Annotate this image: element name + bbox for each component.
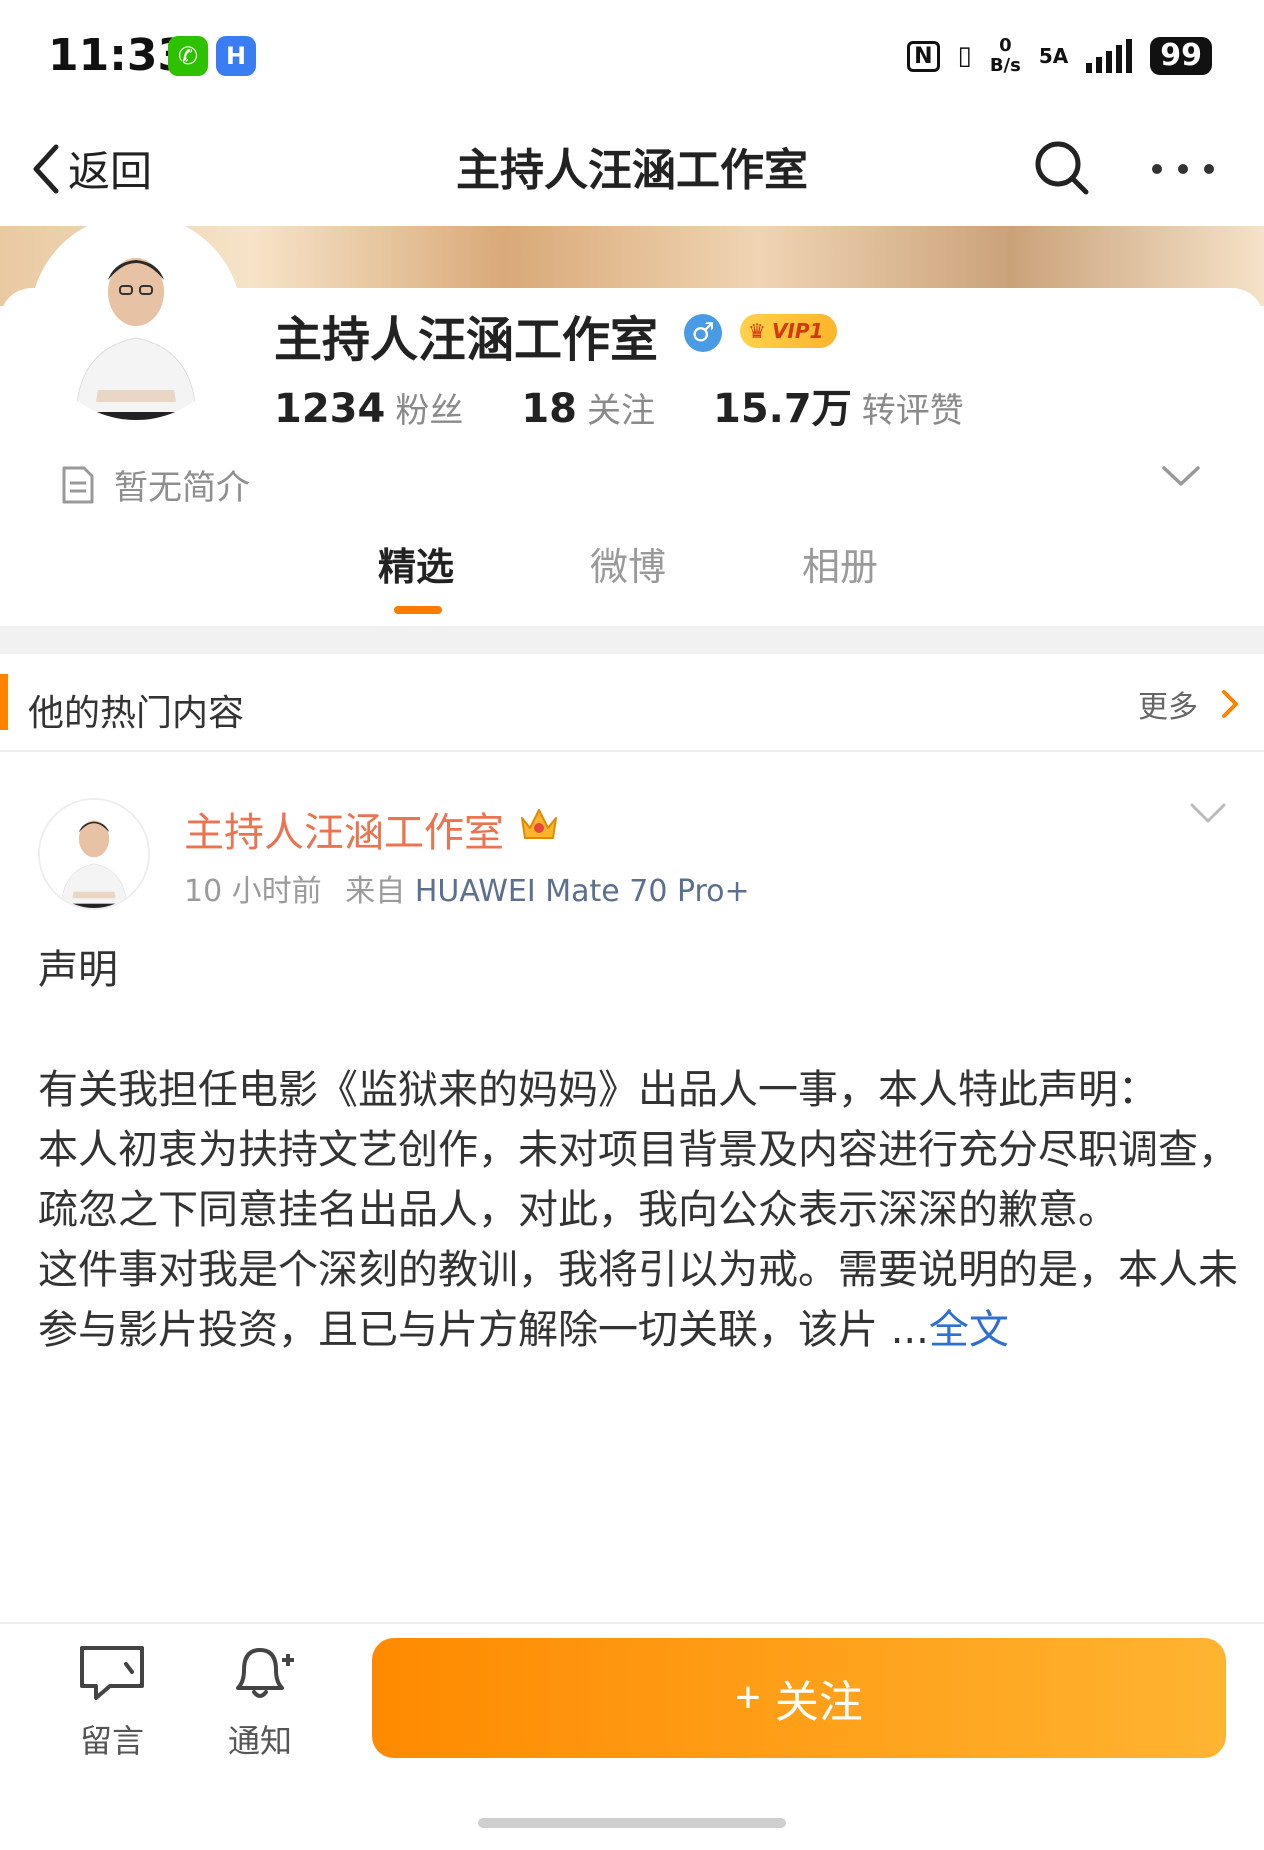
post-author-avatar[interactable]: [38, 798, 150, 910]
notify-label: 通知: [227, 1722, 292, 1760]
tab-featured[interactable]: 精选: [378, 536, 454, 591]
bell-plus-icon: [236, 1648, 294, 1698]
vip-badge[interactable]: ♛ VIP1: [740, 314, 838, 348]
status-icons: N ▯ 0 B/s 5A 99: [907, 36, 1212, 76]
vibrate-icon: ▯: [957, 41, 972, 71]
avatar-photo: [40, 800, 148, 908]
signal-icon: [1086, 39, 1133, 73]
profile-stats: 1234 粉丝 18 关注 15.7万 转评赞: [274, 376, 964, 434]
full-text-link[interactable]: 全文: [929, 1307, 1009, 1353]
post-author-name[interactable]: 主持人汪涵工作室: [184, 800, 504, 858]
divider: [0, 626, 1264, 654]
post-paragraph: 这件事对我是个深刻的教训，我将引以为戒。需要说明的是，本人未参与影片投资，且已与…: [38, 1247, 1238, 1353]
post-paragraph: 本人初衷为扶持文艺创作，未对项目背景及内容进行充分尽职调查，疏忽之下同意挂名出品…: [38, 1127, 1238, 1233]
post-body[interactable]: 声明 有关我担任电影《监狱来的妈妈》出品人一事，本人特此声明： 本人初衷为扶持文…: [38, 940, 1238, 1360]
net-speed: 0 B/s: [989, 35, 1021, 76]
avatar[interactable]: [36, 220, 236, 420]
section-more-link[interactable]: 更多: [1138, 682, 1198, 726]
profile-tabs: 精选 微博 相册: [0, 536, 1264, 616]
nfc-icon: N: [907, 40, 940, 72]
stat-following[interactable]: 18 关注: [521, 383, 655, 432]
search-button[interactable]: [1032, 138, 1092, 202]
post-meta: 10 小时前 来自 HUAWEI Mate 70 Pro+: [184, 866, 750, 910]
crown-icon: ♛: [748, 319, 766, 343]
vip-crown-icon: [518, 804, 560, 848]
profile-name: 主持人汪涵工作室: [274, 312, 659, 368]
post-device[interactable]: HUAWEI Mate 70 Pro+: [415, 874, 750, 909]
post-time: 10 小时前: [184, 874, 322, 909]
stat-followers[interactable]: 1234 粉丝: [274, 383, 463, 432]
message-icon: [80, 1646, 144, 1700]
chevron-down-icon: [1190, 803, 1226, 823]
chevron-down-icon: [1162, 466, 1200, 486]
section-accent-bar: [0, 674, 8, 730]
follow-button[interactable]: + 关注: [372, 1638, 1226, 1758]
chevron-right-icon: [1222, 690, 1238, 718]
dot: [1204, 164, 1214, 174]
post-source-prefix: 来自: [345, 874, 406, 909]
post-paragraph: 声明: [38, 947, 118, 993]
stat-interactions[interactable]: 15.7万 转评赞: [713, 376, 964, 434]
message-button[interactable]: 留言: [52, 1642, 172, 1762]
post-paragraph: 有关我担任电影《监狱来的妈妈》出品人一事，本人特此声明：: [38, 1067, 1158, 1113]
dot: [1152, 164, 1162, 174]
tab-weibo[interactable]: 微博: [590, 536, 666, 591]
intro-text: 暂无简介: [114, 468, 250, 508]
tab-active-indicator: [394, 606, 442, 614]
post-paragraph-last: 这件事对我是个深刻的教训，我将引以为戒。需要说明的是，本人未参与影片投资，且已与…: [38, 1240, 1238, 1360]
net-type: 5A: [1038, 44, 1069, 68]
follow-label: 关注: [774, 1678, 863, 1727]
post-blank-line: [38, 1000, 1238, 1060]
document-icon: [62, 466, 94, 503]
post-menu-button[interactable]: [1188, 800, 1228, 830]
search-icon: [1035, 141, 1089, 195]
home-indicator[interactable]: [478, 1818, 786, 1828]
notify-button[interactable]: 通知: [200, 1642, 320, 1762]
avatar-photo: [36, 220, 236, 420]
wechat-icon: ✆: [168, 36, 208, 76]
male-gender-icon: ♂: [684, 314, 722, 352]
app-icon: H: [216, 36, 256, 76]
dot: [1178, 164, 1188, 174]
expand-intro-button[interactable]: [1160, 462, 1202, 494]
tab-album[interactable]: 相册: [802, 536, 878, 591]
section-title: 他的热门内容: [28, 693, 245, 734]
message-label: 留言: [79, 1722, 144, 1760]
battery-icon: 99: [1150, 37, 1212, 75]
plus-icon: +: [735, 1673, 761, 1722]
more-menu-button[interactable]: [1152, 164, 1214, 174]
profile-intro[interactable]: 暂无简介: [60, 460, 250, 509]
vip-label: VIP1: [771, 319, 824, 343]
section-more-button[interactable]: [1220, 688, 1240, 724]
